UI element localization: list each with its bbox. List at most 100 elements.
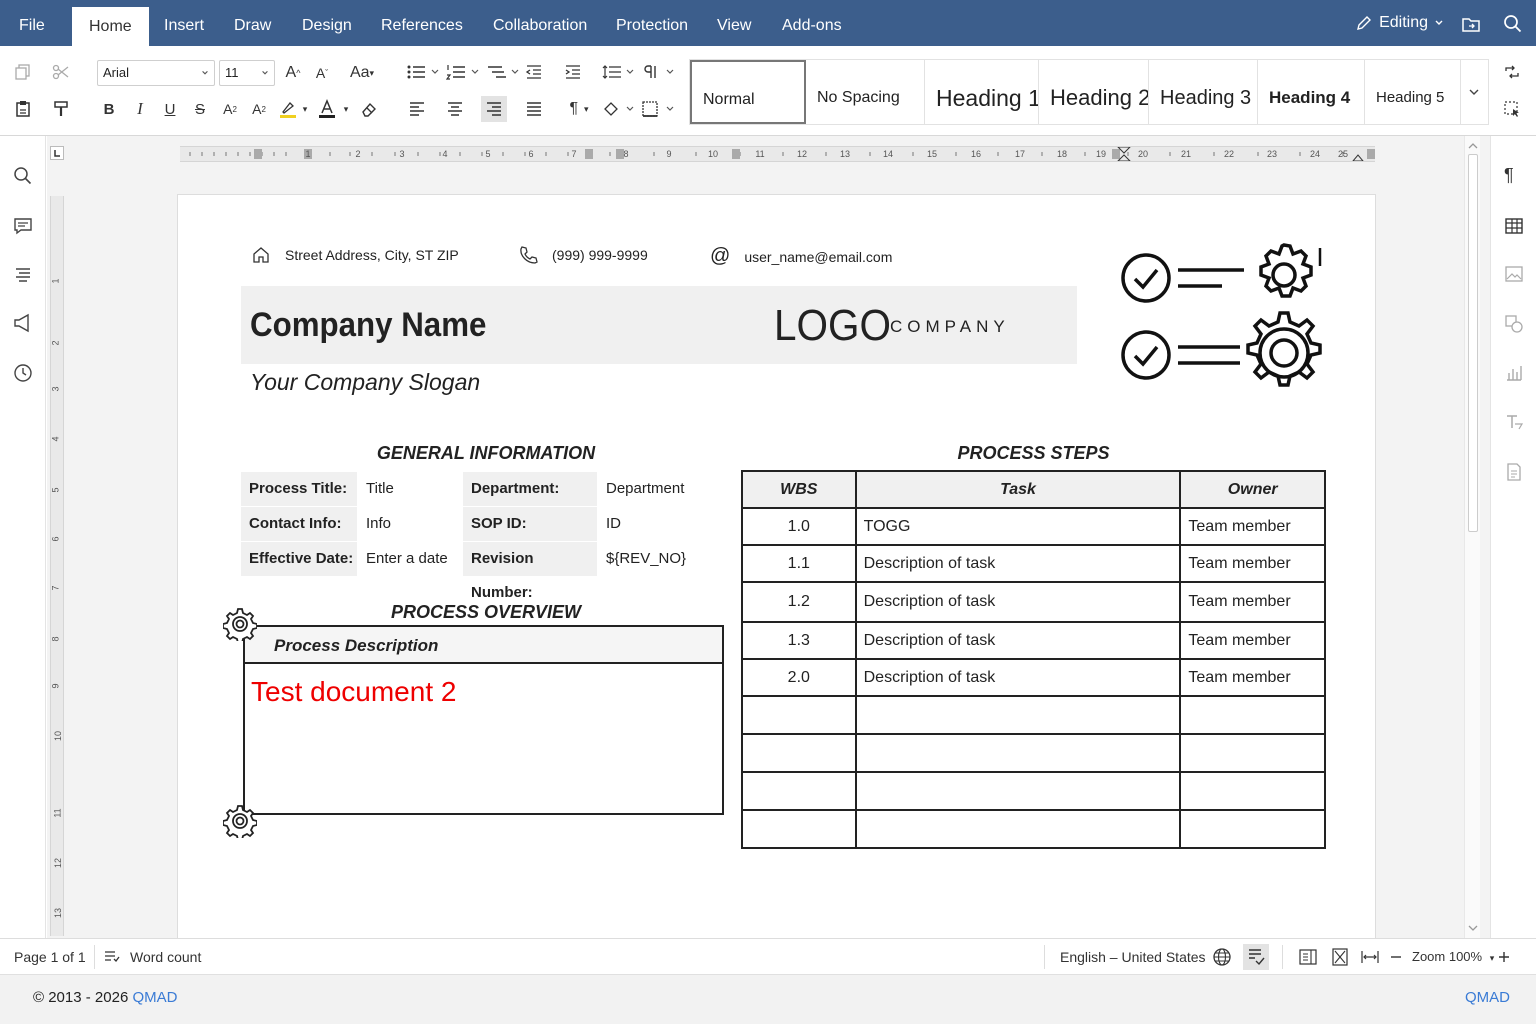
- open-folder-icon[interactable]: [1461, 14, 1481, 34]
- scrollbar-thumb[interactable]: [1468, 154, 1478, 532]
- vertical-scrollbar[interactable]: [1464, 136, 1480, 938]
- wbs-cell[interactable]: [741, 733, 857, 773]
- fit-to-page-icon[interactable]: [1331, 948, 1349, 966]
- paste-icon[interactable]: [11, 97, 35, 121]
- editing-mode-dropdown[interactable]: Editing: [1355, 14, 1444, 32]
- chevron-down-icon[interactable]: ▾: [339, 97, 353, 121]
- owner-cell[interactable]: [1179, 733, 1326, 773]
- align-right-icon[interactable]: [481, 96, 507, 122]
- wbs-cell[interactable]: 1.3: [741, 621, 857, 660]
- brand-link[interactable]: QMAD: [132, 989, 177, 1006]
- shape-settings-icon[interactable]: [1504, 314, 1524, 334]
- font-name-select[interactable]: Arial: [97, 60, 215, 86]
- gi-value[interactable]: ${REV_NO}: [598, 542, 718, 576]
- subscript-icon[interactable]: A2: [247, 97, 271, 121]
- wbs-cell[interactable]: [741, 809, 857, 849]
- chart-settings-icon[interactable]: [1504, 363, 1524, 383]
- shading-icon[interactable]: [600, 97, 636, 121]
- task-cell[interactable]: [854, 809, 1182, 849]
- wbs-cell[interactable]: [741, 695, 857, 735]
- increase-indent-icon[interactable]: [561, 60, 585, 84]
- history-icon[interactable]: [12, 362, 34, 384]
- search-icon[interactable]: [1503, 14, 1523, 34]
- owner-cell[interactable]: Team member: [1179, 544, 1326, 583]
- grow-font-icon[interactable]: A ^: [281, 61, 305, 85]
- document-workspace[interactable]: 1 2 3 4 5 6 7 8 9 10 11 12 13 14 15 16 1…: [47, 136, 1490, 954]
- style-heading-2[interactable]: Heading 2: [1039, 60, 1149, 124]
- tab-design[interactable]: Design: [285, 0, 369, 46]
- language-selector[interactable]: English – United States: [1060, 939, 1206, 975]
- task-cell[interactable]: Description of task: [854, 581, 1182, 623]
- feedback-icon[interactable]: [12, 312, 34, 334]
- mail-merge-icon[interactable]: [1504, 462, 1524, 482]
- owner-cell[interactable]: [1179, 695, 1326, 735]
- superscript-icon[interactable]: A2: [218, 97, 242, 121]
- change-case-icon[interactable]: Aa ▾: [345, 61, 379, 85]
- text-art-settings-icon[interactable]: [1504, 412, 1524, 432]
- format-painter-icon[interactable]: [49, 97, 73, 121]
- task-cell[interactable]: Description of task: [854, 658, 1182, 697]
- replace-icon[interactable]: [1500, 60, 1524, 84]
- task-cell[interactable]: [854, 733, 1182, 773]
- underline-icon[interactable]: U: [158, 97, 182, 121]
- tab-stop-selector[interactable]: [50, 146, 64, 160]
- page-indicator[interactable]: Page 1 of 1: [14, 939, 86, 975]
- tab-references[interactable]: References: [364, 0, 480, 46]
- wbs-cell[interactable]: 2.0: [741, 658, 857, 697]
- line-spacing-icon[interactable]: [600, 60, 636, 84]
- bold-icon[interactable]: B: [97, 97, 121, 121]
- scroll-down-icon[interactable]: [1465, 922, 1481, 934]
- cut-icon[interactable]: [49, 60, 73, 84]
- justify-icon[interactable]: [522, 97, 546, 121]
- owner-cell[interactable]: [1179, 809, 1326, 849]
- chevron-down-icon[interactable]: ▾: [298, 97, 312, 121]
- wbs-cell[interactable]: 1.0: [741, 507, 857, 546]
- strikethrough-icon[interactable]: S: [188, 97, 212, 121]
- shrink-font-icon[interactable]: Aˇ: [310, 61, 334, 85]
- gi-value[interactable]: Enter a date: [358, 542, 454, 576]
- style-heading-4[interactable]: Heading 4: [1258, 60, 1365, 124]
- navigation-icon[interactable]: [12, 263, 34, 285]
- table-settings-icon[interactable]: [1504, 216, 1524, 236]
- wbs-cell[interactable]: 1.1: [741, 544, 857, 583]
- copy-icon[interactable]: [11, 60, 35, 84]
- tab-draw[interactable]: Draw: [217, 0, 288, 46]
- font-color-icon[interactable]: [315, 97, 339, 121]
- tab-file[interactable]: File: [2, 0, 62, 46]
- font-size-select[interactable]: 11: [219, 60, 275, 86]
- owner-cell[interactable]: [1179, 771, 1326, 811]
- style-heading-3[interactable]: Heading 3: [1149, 60, 1258, 124]
- task-cell[interactable]: TOGG: [854, 507, 1182, 546]
- owner-cell[interactable]: Team member: [1179, 658, 1326, 697]
- wbs-cell[interactable]: [741, 771, 857, 811]
- image-settings-icon[interactable]: [1504, 264, 1524, 284]
- clear-formatting-icon[interactable]: [357, 97, 381, 121]
- task-cell[interactable]: [854, 771, 1182, 811]
- align-left-icon[interactable]: [405, 97, 429, 121]
- style-no-spacing[interactable]: No Spacing: [806, 60, 925, 124]
- tab-insert[interactable]: Insert: [147, 0, 221, 46]
- document-page[interactable]: Street Address, City, ST ZIP (999) 999-9…: [177, 194, 1376, 954]
- task-cell[interactable]: Description of task: [854, 544, 1182, 583]
- paragraph-direction-icon[interactable]: [640, 60, 676, 84]
- style-heading-1[interactable]: Heading 1: [925, 60, 1039, 124]
- multilevel-list-icon[interactable]: [485, 60, 521, 84]
- word-count-button[interactable]: Word count: [130, 939, 201, 975]
- zoom-in-icon[interactable]: [1497, 948, 1511, 966]
- gi-value[interactable]: ID: [598, 507, 718, 541]
- align-center-icon[interactable]: [443, 97, 467, 121]
- horizontal-ruler[interactable]: 1 2 3 4 5 6 7 8 9 10 11 12 13 14 15 16 1…: [180, 146, 1375, 162]
- track-changes-icon[interactable]: [1299, 948, 1317, 966]
- tab-home[interactable]: Home: [72, 7, 149, 46]
- owner-cell[interactable]: Team member: [1179, 581, 1326, 623]
- zoom-level-select[interactable]: Zoom 100% ▾: [1412, 939, 1494, 975]
- search-icon[interactable]: [12, 165, 34, 187]
- gi-value[interactable]: Info: [358, 507, 454, 541]
- task-cell[interactable]: [854, 695, 1182, 735]
- globe-icon[interactable]: [1212, 947, 1232, 967]
- decrease-indent-icon[interactable]: [522, 60, 546, 84]
- tab-collaboration[interactable]: Collaboration: [476, 0, 604, 46]
- scroll-up-icon[interactable]: [1465, 140, 1481, 152]
- zoom-out-icon[interactable]: [1389, 948, 1403, 966]
- paragraph-settings-icon[interactable]: ¶: [1504, 165, 1524, 185]
